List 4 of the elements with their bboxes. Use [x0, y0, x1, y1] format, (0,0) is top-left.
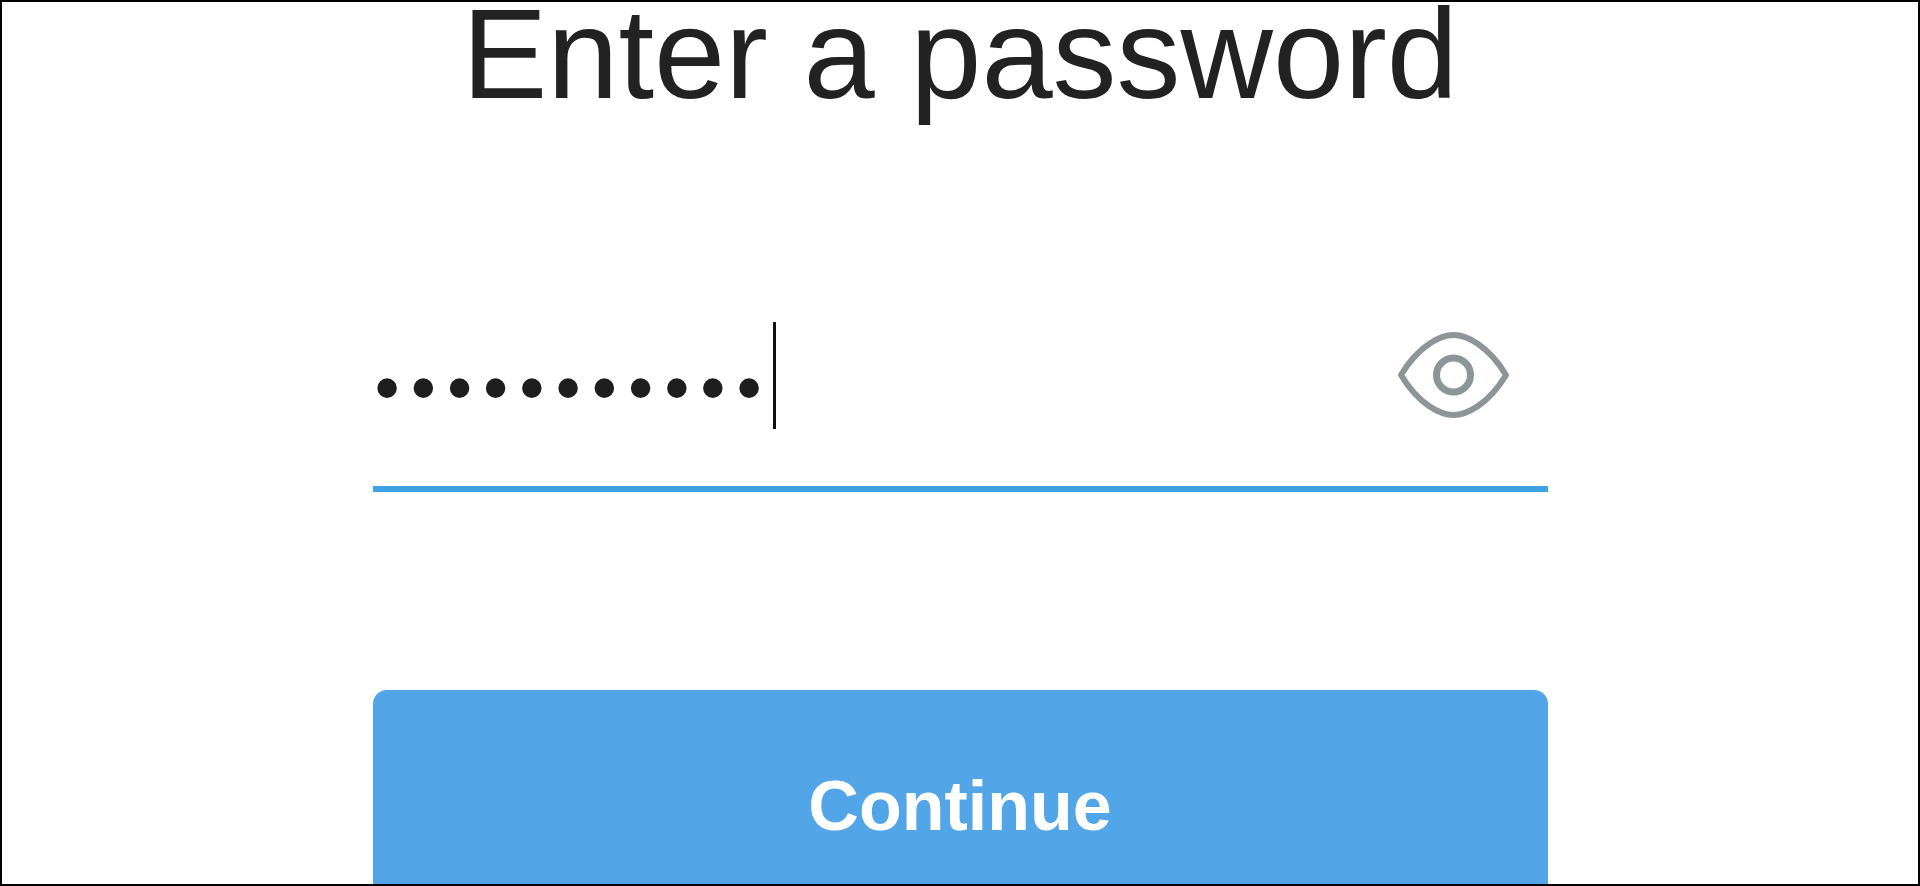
page-title: Enter a password — [461, 2, 1459, 127]
eye-icon[interactable] — [1396, 331, 1510, 419]
password-value: ••••••••••• — [374, 351, 773, 423]
password-field[interactable]: ••••••••••• — [372, 318, 1548, 492]
